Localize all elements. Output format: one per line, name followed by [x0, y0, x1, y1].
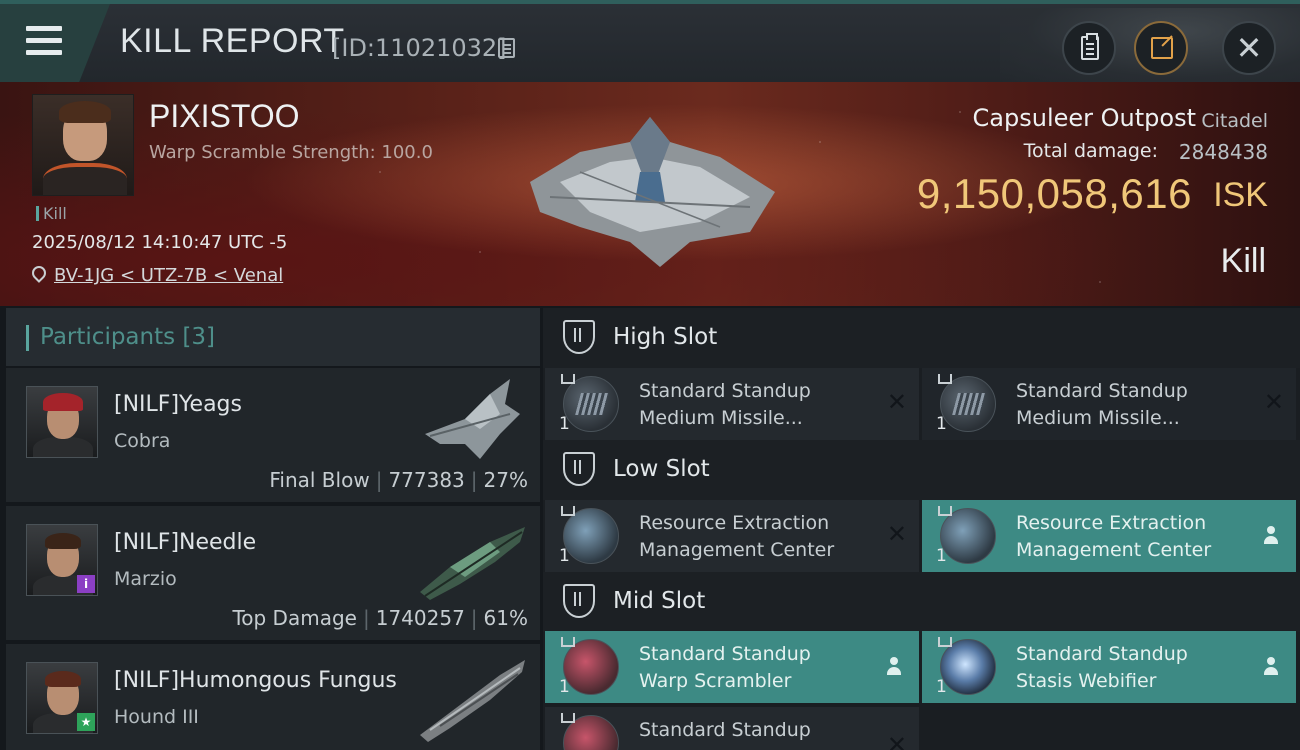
module-item[interactable]: 1 Resource Extraction Management Center ✕: [545, 500, 919, 572]
report-id: [ID:11021032]: [332, 34, 507, 62]
structure-type: Citadel: [1201, 110, 1268, 132]
slot-title: High Slot: [613, 324, 718, 350]
top-bar: KILL REPORT [ID:11021032] ✕: [0, 0, 1300, 86]
participant-name: [NILF]Yeags: [114, 392, 242, 417]
page-title: KILL REPORT: [120, 22, 345, 60]
participant-ship-image: [425, 379, 520, 459]
mid-slot-icon: [563, 584, 595, 618]
participant-row[interactable]: ★ [NILF]Humongous Fungus Hound III: [6, 644, 540, 750]
total-damage-value: 2848438: [1178, 140, 1268, 164]
destroyed-icon: ✕: [1263, 388, 1284, 416]
menu-button[interactable]: [0, 4, 110, 82]
module-item[interactable]: 1 Standard Standup Medium Missile... ✕: [545, 368, 919, 440]
module-quantity: 1: [936, 546, 947, 566]
module-name: Standard Standup Medium Missile...: [1016, 380, 1188, 429]
isk-value: 9,150,058,616: [916, 170, 1192, 217]
module-item[interactable]: 1 Standard Standup Warp Scrambler: [545, 631, 919, 703]
participant-row[interactable]: i [NILF]Needle Marzio Top Damage | 1740257…: [6, 506, 540, 640]
participant-name: [NILF]Humongous Fungus: [114, 668, 397, 693]
module-name: Standard Standup Warp Scrambler: [639, 643, 811, 692]
slot-title: Low Slot: [613, 456, 710, 482]
hamburger-icon: [26, 24, 62, 58]
participant-ship-image: [420, 660, 525, 742]
copy-icon[interactable]: [498, 38, 515, 58]
participant-row[interactable]: [NILF]Yeags Cobra Final Blow | 777383 | 27%: [6, 368, 540, 502]
mid-slot-header: Mid Slot: [543, 572, 1300, 632]
module-name: Resource Extraction Management Center: [1016, 512, 1212, 561]
total-damage-label: Total damage:: [1023, 140, 1158, 162]
kill-timestamp: 2025/08/12 14:10:47 UTC -5: [32, 232, 288, 253]
destroyed-icon: ✕: [886, 731, 907, 750]
module-name: Resource Extraction Management Center: [639, 512, 835, 561]
isk-unit: ISK: [1213, 176, 1268, 214]
destroyed-icon: ✕: [886, 520, 907, 548]
participant-stats: Top Damage | 1740257 | 61%: [232, 606, 528, 630]
participant-portrait[interactable]: i: [26, 524, 98, 596]
slot-title: Mid Slot: [613, 588, 706, 614]
participant-ship: Marzio: [114, 568, 177, 590]
module-item[interactable]: 1 Standard Standup Stasis Webifier: [922, 631, 1296, 703]
module-item[interactable]: 1 Resource Extraction Management Center: [922, 500, 1296, 572]
stasis-webifier-icon: [940, 639, 996, 695]
victim-name: PIXISTOO: [149, 98, 300, 134]
dropped-person-icon: [1262, 657, 1280, 675]
location-pin-icon: [29, 263, 49, 283]
module-quantity: 1: [936, 677, 947, 697]
export-button[interactable]: [1134, 21, 1188, 75]
low-slot-header: Low Slot: [543, 440, 1300, 500]
victim-portrait[interactable]: [32, 94, 134, 196]
slot-tag-icon: [561, 374, 575, 384]
participant-ship: Cobra: [114, 430, 171, 452]
dropped-person-icon: [1262, 526, 1280, 544]
missile-launcher-icon: [563, 376, 619, 432]
kill-status: Kill: [1220, 242, 1266, 280]
high-slot-icon: [563, 320, 595, 354]
resource-extraction-icon: [940, 508, 996, 564]
module-item[interactable]: Standard Standup ✕: [545, 707, 919, 750]
participants-title: Participants [3]: [40, 324, 216, 350]
warp-scrambler-icon: [563, 639, 619, 695]
module-quantity: 1: [559, 546, 570, 566]
clipboard-icon: [1081, 33, 1099, 60]
module-quantity: 1: [559, 677, 570, 697]
slot-tag-icon: [938, 637, 952, 647]
slot-tag-icon: [561, 506, 575, 516]
destroyed-icon: ✕: [886, 388, 907, 416]
participant-name: [NILF]Needle: [114, 530, 257, 555]
location-link[interactable]: BV-1JG < UTZ-7B < Venal: [54, 265, 283, 286]
participant-portrait[interactable]: ★: [26, 662, 98, 734]
structure-name: Capsuleer Outpost: [972, 104, 1196, 132]
close-icon: ✕: [1235, 29, 1263, 67]
module-name: Standard Standup Medium Missile...: [639, 380, 811, 429]
info-badge-icon: i: [77, 575, 95, 593]
kill-banner: PIXISTOO Warp Scramble Strength: 100.0 K…: [0, 82, 1300, 306]
module-quantity: 1: [559, 414, 570, 434]
slot-tag-icon: [561, 713, 575, 723]
module-quantity: 1: [936, 414, 947, 434]
star-badge-icon: ★: [77, 713, 95, 731]
kill-tag: Kill: [36, 204, 67, 223]
low-slot-icon: [563, 452, 595, 486]
participant-ship-image: [420, 527, 525, 600]
missile-launcher-icon: [940, 376, 996, 432]
participant-ship: Hound III: [114, 706, 199, 728]
module-item[interactable]: 1 Standard Standup Medium Missile... ✕: [922, 368, 1296, 440]
resource-extraction-icon: [563, 508, 619, 564]
slot-tag-icon: [938, 374, 952, 384]
module-name: Standard Standup: [639, 719, 811, 741]
participant-portrait[interactable]: [26, 386, 98, 458]
module-name: Standard Standup Stasis Webifier: [1016, 643, 1188, 692]
participants-header: Participants [3]: [6, 308, 540, 366]
victim-ship-image[interactable]: [520, 112, 780, 272]
high-slot-header: High Slot: [543, 308, 1300, 368]
participant-stats: Final Blow | 777383 | 27%: [269, 468, 528, 492]
export-icon: [1151, 37, 1173, 59]
slot-tag-icon: [938, 506, 952, 516]
close-button[interactable]: ✕: [1222, 21, 1276, 75]
clipboard-button[interactable]: [1062, 21, 1116, 75]
dropped-person-icon: [885, 657, 903, 675]
victim-subtitle: Warp Scramble Strength: 100.0: [149, 142, 433, 163]
slot-tag-icon: [561, 637, 575, 647]
